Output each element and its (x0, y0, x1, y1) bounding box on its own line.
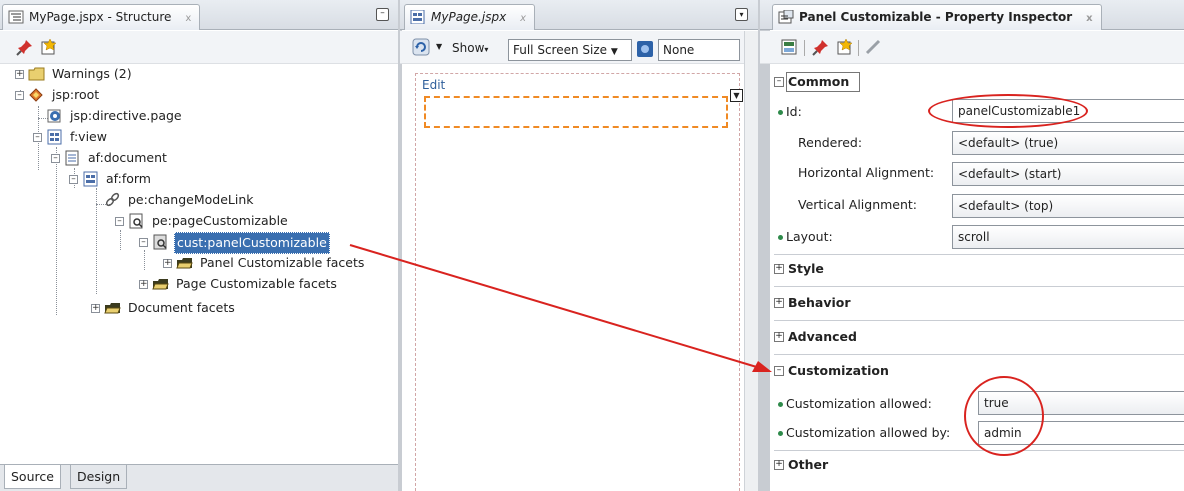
annotation-arrow (349, 244, 772, 372)
